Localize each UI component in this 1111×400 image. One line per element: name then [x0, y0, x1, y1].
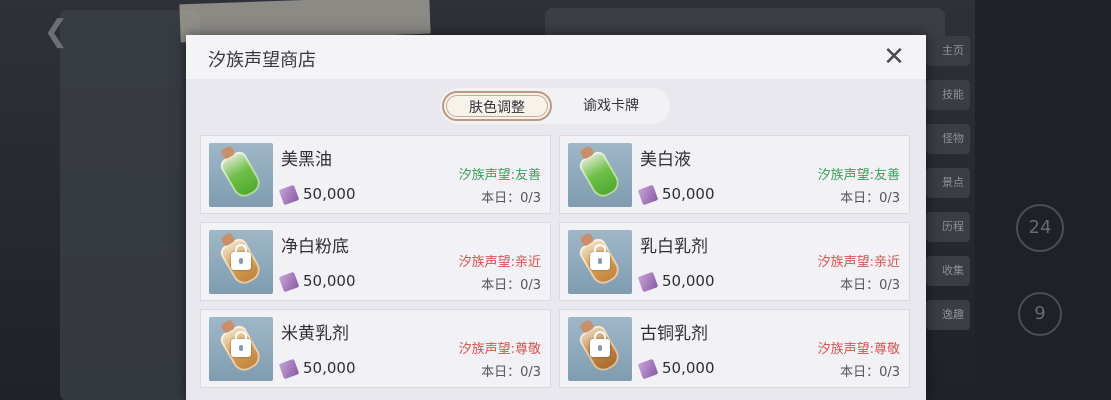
shop-item-card[interactable]: 古铜乳剂 50,000 汐族声望:尊敬 本日：0/3 [559, 309, 910, 388]
shop-tabs: 肤色调整 谕戏卡牌 [440, 88, 670, 124]
item-icon [568, 230, 632, 294]
shop-item-card[interactable]: 美黑油 50,000 汐族声望:友善 本日：0/3 [200, 135, 551, 214]
currency-icon [637, 358, 659, 380]
potion-bottle-icon [217, 148, 265, 202]
item-price: 50,000 [662, 185, 715, 203]
shop-item-card[interactable]: 净白粉底 50,000 汐族声望:亲近 本日：0/3 [200, 222, 551, 301]
item-price: 50,000 [662, 359, 715, 377]
item-price: 50,000 [303, 185, 356, 203]
item-icon [209, 143, 273, 207]
daily-limit: 本日：0/3 [481, 278, 541, 293]
back-arrow-icon[interactable]: ❮ [40, 16, 72, 48]
shop-item-card[interactable]: 米黄乳剂 50,000 汐族声望:尊敬 本日：0/3 [200, 309, 551, 388]
lock-icon [231, 331, 251, 357]
side-nav-item[interactable]: 怪物 [926, 124, 970, 154]
side-nav-item[interactable]: 历程 [926, 212, 970, 242]
lock-icon [231, 244, 251, 270]
dialog-header: 汐族声望商店 ✕ [186, 35, 926, 79]
item-price: 50,000 [662, 272, 715, 290]
reputation-requirement: 汐族声望:友善 [817, 168, 900, 183]
item-price: 50,000 [303, 272, 356, 290]
reputation-requirement: 汐族声望:亲近 [817, 255, 900, 270]
item-name: 净白粉底 [281, 237, 349, 257]
item-name: 乳白乳剂 [640, 237, 708, 257]
tab-card-game[interactable]: 谕戏卡牌 [554, 91, 668, 121]
currency-icon [278, 271, 300, 293]
shop-item-card[interactable]: 乳白乳剂 50,000 汐族声望:亲近 本日：0/3 [559, 222, 910, 301]
side-nav: 主页 技能 怪物 景点 历程 收集 逸趣 [926, 36, 970, 344]
shop-item-card[interactable]: 美白液 50,000 汐族声望:友善 本日：0/3 [559, 135, 910, 214]
item-name: 美黑油 [281, 150, 332, 170]
dialog-title: 汐族声望商店 [208, 50, 316, 71]
side-nav-item[interactable]: 主页 [926, 36, 970, 66]
background-number-badge: 24 [1016, 204, 1064, 252]
background-book-left [60, 10, 200, 400]
reputation-requirement: 汐族声望:尊敬 [817, 342, 900, 357]
lock-icon [590, 331, 610, 357]
side-nav-item[interactable]: 逸趣 [926, 300, 970, 330]
daily-limit: 本日：0/3 [840, 278, 900, 293]
currency-icon [637, 271, 659, 293]
reputation-requirement: 汐族声望:友善 [458, 168, 541, 183]
side-nav-item[interactable]: 技能 [926, 80, 970, 110]
item-icon [209, 230, 273, 294]
currency-icon [278, 358, 300, 380]
daily-limit: 本日：0/3 [840, 191, 900, 206]
background-number-badge: 9 [1018, 292, 1062, 336]
item-name: 古铜乳剂 [640, 324, 708, 344]
potion-bottle-icon [576, 148, 624, 202]
lock-icon [590, 244, 610, 270]
daily-limit: 本日：0/3 [481, 191, 541, 206]
reputation-shop-dialog: 汐族声望商店 ✕ 肤色调整 谕戏卡牌 美黑油 50,000 汐族声望:友善 本日… [186, 35, 926, 400]
item-icon [568, 143, 632, 207]
close-icon[interactable]: ✕ [880, 43, 908, 71]
tab-skin-tone[interactable]: 肤色调整 [442, 91, 552, 121]
item-price: 50,000 [303, 359, 356, 377]
side-nav-item[interactable]: 景点 [926, 168, 970, 198]
daily-limit: 本日：0/3 [481, 365, 541, 380]
item-name: 米黄乳剂 [281, 324, 349, 344]
daily-limit: 本日：0/3 [840, 365, 900, 380]
reputation-requirement: 汐族声望:尊敬 [458, 342, 541, 357]
item-name: 美白液 [640, 150, 691, 170]
currency-icon [278, 184, 300, 206]
currency-icon [637, 184, 659, 206]
item-icon [568, 317, 632, 381]
reputation-requirement: 汐族声望:亲近 [458, 255, 541, 270]
side-nav-item[interactable]: 收集 [926, 256, 970, 286]
background-right-edge [975, 0, 1111, 400]
item-icon [209, 317, 273, 381]
